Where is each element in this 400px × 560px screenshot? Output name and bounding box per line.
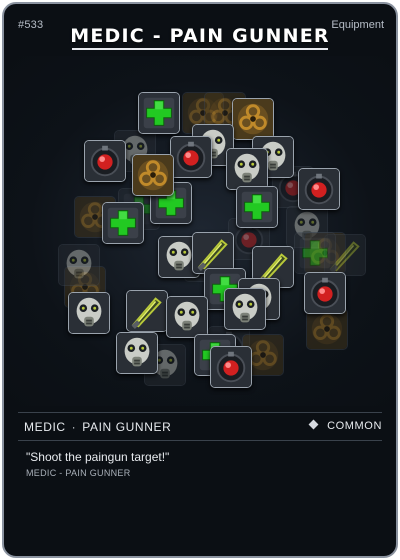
paingun-bomb-icon [298, 168, 340, 210]
card-caption: MEDIC - PAIN GUNNER [26, 468, 131, 478]
card-artwork [4, 56, 396, 406]
rarity-diamond-icon [308, 419, 319, 430]
item-card: #533 Equipment MEDIC - PAIN GUNNER MEDIC… [2, 2, 398, 558]
card-role: MEDIC [24, 420, 66, 434]
biohazard-icon [232, 98, 274, 140]
paingun-bomb-icon [210, 346, 252, 388]
card-quote: "Shoot the paingun target!" [26, 450, 170, 464]
paingun-bomb-icon [304, 272, 346, 314]
biohazard-icon [306, 308, 348, 350]
paingun-blade-icon [126, 290, 168, 332]
gas-mask-icon [58, 244, 100, 286]
gas-mask-icon [166, 296, 208, 338]
card-title: MEDIC - PAIN GUNNER [70, 25, 330, 47]
paingun-bomb-icon [84, 140, 126, 182]
card-subrole: PAIN GUNNER [82, 420, 172, 434]
gas-mask-icon [68, 292, 110, 334]
rarity-badge: COMMON [308, 419, 382, 432]
title-underline [72, 48, 328, 50]
medkit-icon [294, 232, 336, 274]
biohazard-icon [132, 154, 174, 196]
rarity-label: COMMON [327, 420, 382, 432]
card-meta-row: MEDIC · PAIN GUNNER COMMON [24, 419, 382, 436]
gas-mask-icon [224, 288, 266, 330]
top-divider [18, 412, 382, 413]
gas-mask-icon [116, 332, 158, 374]
meta-separator: · [71, 420, 77, 434]
medkit-icon [138, 92, 180, 134]
bottom-divider [18, 440, 382, 441]
gas-mask-icon [226, 148, 268, 190]
paingun-bomb-icon [170, 136, 212, 178]
medkit-icon [236, 186, 278, 228]
medkit-icon [102, 202, 144, 244]
